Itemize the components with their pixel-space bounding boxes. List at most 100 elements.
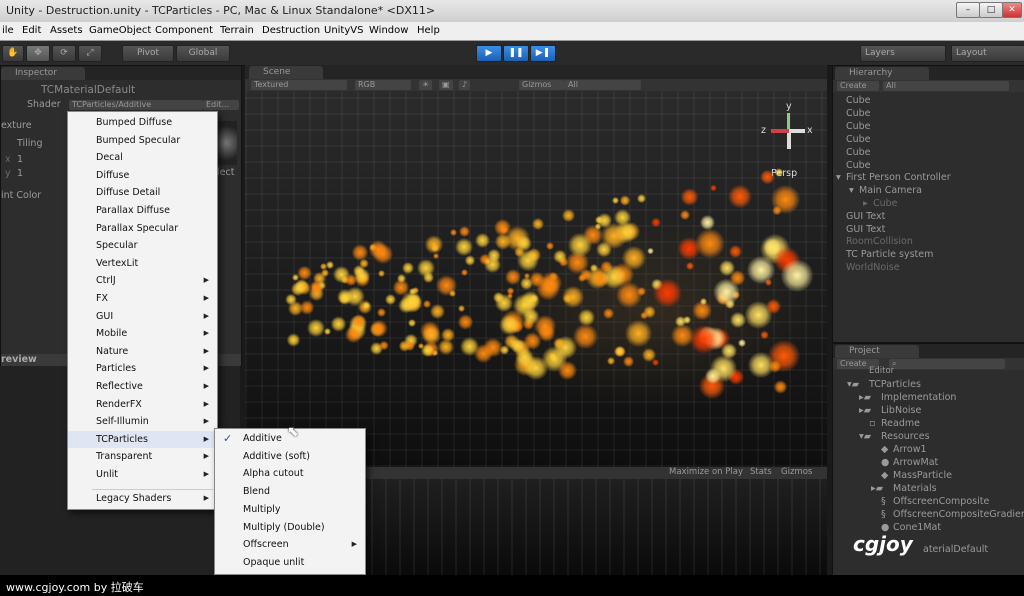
persp-label[interactable]: Persp	[771, 168, 797, 179]
shading-dropdown[interactable]: Textured	[251, 80, 347, 90]
shader-menu-item[interactable]: Parallax Diffuse	[68, 202, 217, 219]
shader-menu-item[interactable]: Bumped Specular	[68, 132, 217, 149]
scale-tool-button[interactable]: ⤢	[78, 45, 102, 62]
tiling-x-field[interactable]: 1	[17, 154, 23, 165]
tc-submenu-item[interactable]: Alpha cutout	[215, 465, 365, 482]
tc-submenu-item[interactable]: Additive (soft)	[215, 448, 365, 465]
axis-gizmo[interactable]: y z x	[761, 99, 821, 159]
play-button[interactable]: ▶	[476, 45, 502, 62]
hierarchy-item[interactable]: Cube	[846, 95, 871, 106]
project-item[interactable]: Implementation	[881, 392, 956, 403]
shader-menu-item[interactable]: Unlit ▶	[68, 466, 217, 483]
menu-gameobject[interactable]: GameObject	[89, 25, 151, 36]
global-toggle[interactable]: Global	[176, 45, 230, 62]
shader-menu-item[interactable]: Specular	[68, 237, 217, 254]
menu-component[interactable]: Component	[155, 25, 213, 36]
project-item[interactable]: LibNoise	[881, 405, 921, 416]
project-item[interactable]: Arrow1	[893, 444, 927, 455]
project-item[interactable]: TCParticles	[869, 379, 921, 390]
shader-menu-item[interactable]: Bumped Diffuse	[68, 114, 217, 131]
tc-submenu-item[interactable]: Multiply	[215, 501, 365, 518]
menu-assets[interactable]: Assets	[50, 25, 83, 36]
project-item[interactable]: ArrowMat	[893, 457, 938, 468]
scene-viewport[interactable]	[245, 91, 827, 467]
lighting-toggle[interactable]: ☀	[419, 80, 433, 90]
image-toggle[interactable]: ▣	[439, 80, 453, 90]
audio-toggle[interactable]: ♪	[459, 80, 471, 90]
hierarchy-item[interactable]: First Person Controller	[846, 172, 951, 183]
tab-hierarchy[interactable]: Hierarchy	[835, 67, 929, 80]
hierarchy-item[interactable]: GUI Text	[846, 211, 885, 222]
menu-help[interactable]: Help	[417, 25, 440, 36]
shader-menu-item[interactable]: Parallax Specular	[68, 220, 217, 237]
shader-menu-item[interactable]: Diffuse	[68, 167, 217, 184]
hierarchy-item[interactable]: Main Camera	[859, 185, 922, 196]
texture-thumbnail[interactable]	[215, 121, 237, 165]
shader-menu-item-legacy[interactable]: Legacy Shaders ▶	[68, 490, 217, 507]
rotate-tool-button[interactable]: ⟳	[52, 45, 76, 62]
project-item[interactable]: OffscreenCompositeGradient	[893, 509, 1024, 520]
hierarchy-expand-icon[interactable]: ▸	[863, 198, 868, 209]
pause-button[interactable]: ❚❚	[503, 45, 529, 62]
stats-toggle[interactable]: Stats	[750, 467, 772, 477]
tc-submenu-item[interactable]: Multiply (Double)	[215, 519, 365, 536]
project-item[interactable]: MassParticle	[893, 470, 952, 481]
hierarchy-item[interactable]: Cube	[846, 108, 871, 119]
game-gizmos-dropdown[interactable]: Gizmos	[781, 467, 812, 477]
hierarchy-search-input[interactable]: All	[883, 81, 1009, 91]
shader-menu-item[interactable]: Mobile ▶	[68, 325, 217, 342]
shader-menu-item[interactable]: Transparent ▶	[68, 448, 217, 465]
menu-unityvs[interactable]: UnityVS	[324, 25, 363, 36]
hierarchy-create-dropdown[interactable]: Create	[837, 81, 879, 91]
project-item[interactable]: Resources	[881, 431, 930, 442]
shader-menu-item[interactable]: VertexLit	[68, 255, 217, 272]
project-item[interactable]: Editor	[869, 366, 894, 376]
menu-file[interactable]: ile	[2, 25, 14, 36]
hierarchy-item[interactable]: Cube	[846, 147, 871, 158]
layers-dropdown[interactable]: Layers	[860, 45, 946, 62]
tab-project[interactable]: Project	[835, 345, 919, 358]
shader-menu-item[interactable]: TCParticles ▶	[68, 430, 217, 448]
hierarchy-expand-icon[interactable]: ▾	[849, 185, 854, 196]
hierarchy-item[interactable]: TC Particle system	[846, 249, 933, 260]
tc-submenu-item[interactable]: Blend	[215, 483, 365, 500]
close-button[interactable]: ✕	[1002, 2, 1022, 18]
hierarchy-item[interactable]: Cube	[846, 160, 871, 171]
render-mode-dropdown[interactable]: RGB	[355, 80, 411, 90]
hierarchy-item[interactable]: Cube	[846, 134, 871, 145]
hierarchy-item[interactable]: WorldNoise	[846, 262, 900, 273]
maximize-button[interactable]: □	[979, 2, 1003, 18]
step-button[interactable]: ▶❚	[530, 45, 556, 62]
shader-menu-item[interactable]: Particles ▶	[68, 360, 217, 377]
scene-search-input[interactable]: All	[565, 80, 641, 90]
project-item[interactable]: Readme	[881, 418, 920, 429]
gizmos-dropdown[interactable]: Gizmos	[519, 80, 565, 90]
shader-dropdown[interactable]: TCParticles/Additive	[69, 100, 203, 110]
tc-submenu-item[interactable]: Offscreen ▶	[215, 536, 365, 553]
shader-menu-item[interactable]: Diffuse Detail	[68, 184, 217, 201]
project-item[interactable]: OffscreenComposite	[893, 496, 989, 507]
shader-menu-item[interactable]: Self-Illumin ▶	[68, 413, 217, 430]
hierarchy-item[interactable]: RoomCollision	[846, 236, 913, 247]
tc-submenu-item[interactable]: Opaque unlit	[215, 554, 365, 571]
shader-menu-item[interactable]: CtrlJ ▶	[68, 272, 217, 289]
project-search-input[interactable]: ⌕	[889, 359, 1005, 369]
menu-destruction[interactable]: Destruction	[262, 25, 320, 36]
shader-menu-item[interactable]: FX ▶	[68, 290, 217, 307]
move-tool-button[interactable]: ✥	[26, 45, 50, 62]
tab-inspector[interactable]: Inspector	[1, 67, 85, 80]
menu-edit[interactable]: Edit	[22, 25, 41, 36]
hierarchy-item[interactable]: Cube	[846, 121, 871, 132]
shader-edit-button[interactable]: Edit...	[203, 100, 239, 110]
menu-terrain[interactable]: Terrain	[220, 25, 254, 36]
layout-dropdown[interactable]: Layout	[951, 45, 1024, 62]
project-item[interactable]: Materials	[893, 483, 937, 494]
shader-menu-item[interactable]: Decal	[68, 149, 217, 166]
hand-tool-button[interactable]: ✋	[2, 45, 24, 62]
shader-menu-item[interactable]: Reflective ▶	[68, 378, 217, 395]
shader-menu-item[interactable]: RenderFX ▶	[68, 396, 217, 413]
texture-select-button[interactable]: lect	[217, 167, 234, 178]
project-item[interactable]: aterialDefault	[923, 544, 988, 555]
hierarchy-item[interactable]: Cube	[873, 198, 898, 209]
pivot-toggle[interactable]: Pivot	[122, 45, 174, 62]
